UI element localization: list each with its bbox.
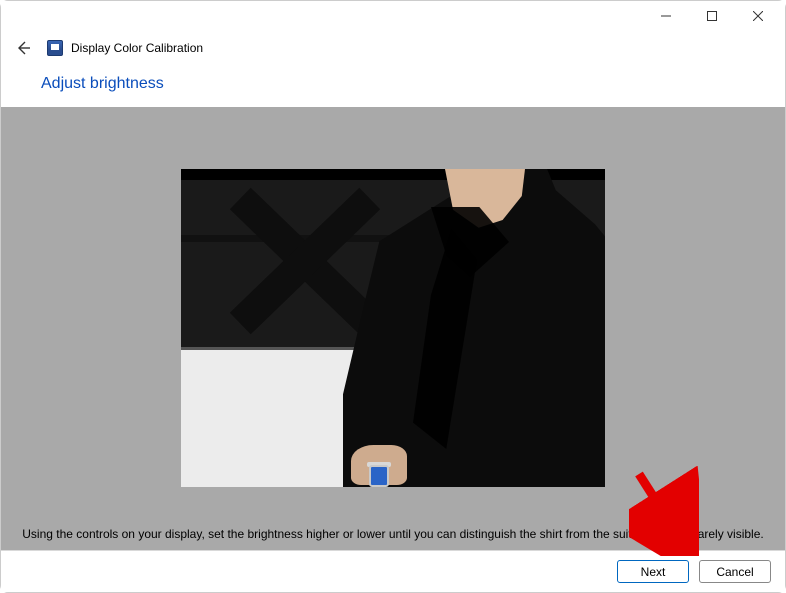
next-button[interactable]: Next	[617, 560, 689, 583]
content-panel: Using the controls on your display, set …	[1, 107, 785, 550]
app-icon	[47, 40, 63, 56]
minimize-button[interactable]	[643, 1, 689, 31]
window-title: Display Color Calibration	[71, 41, 203, 55]
annotation-arrow-icon	[629, 466, 699, 556]
titlebar	[1, 1, 785, 31]
maximize-button[interactable]	[689, 1, 735, 31]
cancel-button[interactable]: Cancel	[699, 560, 771, 583]
page-heading: Adjust brightness	[1, 61, 785, 107]
instruction-text: Using the controls on your display, set …	[1, 526, 785, 542]
calibration-reference-image	[181, 169, 605, 487]
footer: Next Cancel	[1, 550, 785, 592]
close-button[interactable]	[735, 1, 781, 31]
header: Display Color Calibration	[1, 31, 785, 61]
back-button[interactable]	[13, 38, 33, 58]
